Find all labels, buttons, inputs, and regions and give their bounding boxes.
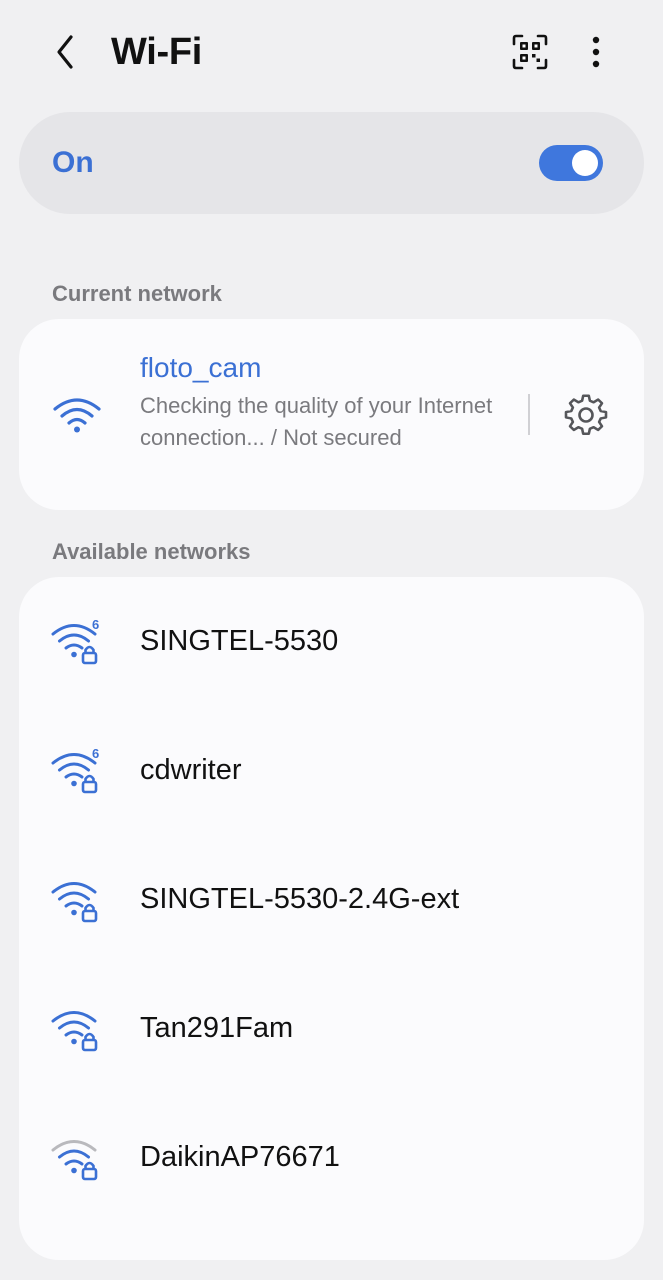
switch-knob bbox=[572, 150, 598, 176]
network-ssid: DaikinAP76671 bbox=[140, 1141, 340, 1173]
app-bar: Wi-Fi bbox=[0, 0, 663, 106]
network-ssid: cdwriter bbox=[140, 754, 242, 786]
network-settings-button[interactable] bbox=[562, 391, 610, 439]
svg-text:6: 6 bbox=[92, 619, 99, 632]
wifi-toggle-label: On bbox=[52, 146, 94, 179]
gear-icon bbox=[564, 394, 608, 435]
wifi-weak-secured-icon bbox=[51, 1140, 98, 1181]
wifi-6-secured-icon: 6 bbox=[51, 748, 99, 794]
available-networks-heading: Available networks bbox=[52, 539, 251, 564]
current-network-status: Checking the quality of your Internet co… bbox=[140, 393, 493, 450]
wifi-toggle-row[interactable]: On bbox=[19, 112, 644, 214]
network-item[interactable]: Tan291Fam bbox=[19, 964, 644, 1092]
network-ssid: SINGTEL-5530-2.4G-ext bbox=[140, 883, 460, 915]
wifi-toggle-switch[interactable] bbox=[539, 145, 603, 181]
network-item[interactable]: SINGTEL-5530-2.4G-ext bbox=[19, 835, 644, 963]
network-item[interactable]: 6 cdwriter bbox=[19, 706, 644, 834]
network-ssid: Tan291Fam bbox=[140, 1012, 294, 1044]
current-network-item[interactable]: floto_cam Checking the quality of your I… bbox=[19, 319, 644, 510]
more-options-button[interactable] bbox=[574, 30, 618, 74]
more-vertical-icon bbox=[592, 36, 600, 68]
current-network-ssid: floto_cam bbox=[140, 352, 262, 383]
wifi-secured-icon bbox=[51, 882, 98, 923]
network-item[interactable]: 6 SINGTEL-5530 bbox=[19, 577, 644, 705]
current-network-heading: Current network bbox=[52, 281, 222, 306]
page-title: Wi-Fi bbox=[111, 31, 203, 73]
chevron-left-icon bbox=[57, 35, 73, 69]
wifi-6-secured-icon: 6 bbox=[51, 619, 99, 665]
divider bbox=[528, 394, 530, 435]
qr-code-icon bbox=[512, 34, 548, 70]
network-ssid: SINGTEL-5530 bbox=[140, 625, 339, 657]
svg-text:6: 6 bbox=[92, 748, 99, 761]
back-button[interactable] bbox=[44, 30, 88, 74]
available-networks-list: 6 SINGTEL-5530 6 cdwriter SINGTEL-5530-2… bbox=[19, 577, 644, 1260]
qr-code-button[interactable] bbox=[508, 30, 552, 74]
network-item[interactable]: DaikinAP76671 bbox=[19, 1093, 644, 1221]
wifi-secured-icon bbox=[51, 1011, 98, 1052]
wifi-signal-icon bbox=[53, 398, 101, 433]
